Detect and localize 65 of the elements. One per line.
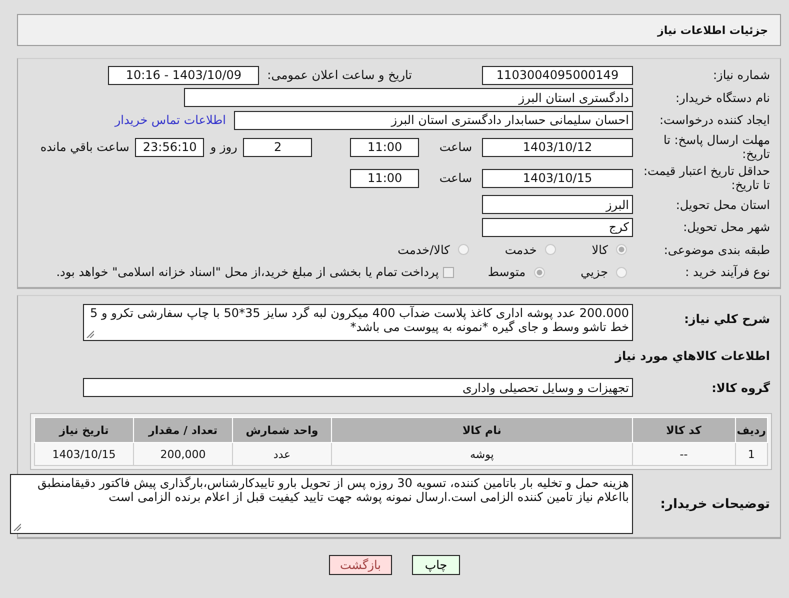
date-field: 1403/10/12 (482, 138, 633, 156)
announce-date-field: 1403/10/09 - 10:16 (108, 66, 260, 85)
field-label: شهر محل تحویل: (682, 220, 771, 234)
column-header: تاریخ نیاز (34, 418, 134, 442)
field-label: ایجاد کننده درخواست: (658, 113, 771, 128)
checkbox[interactable] (442, 266, 454, 278)
goods-group-field: تجهیزات و وسایل تحصیلی واداری (83, 378, 633, 398)
radio-button[interactable] (534, 266, 545, 278)
field-label: مهلت ارسال پاسخ: تا تاریخ: (662, 133, 771, 161)
date-field: 1403/10/15 (482, 168, 633, 188)
table-cell: 1 (735, 442, 768, 466)
requester-field: احسان سلیمانی حسابدار دادگستری استان البرز (234, 110, 633, 130)
field-label: طبقه بندی موضوعی: (662, 242, 771, 257)
field-label: روز و (210, 140, 238, 154)
days-field: 2 (243, 138, 312, 156)
radio-button[interactable] (544, 244, 556, 256)
section-title: اطلاعات کالاهاي مورد نياز (614, 348, 771, 365)
field-label: استان محل تحویل: (674, 198, 771, 212)
table-cell: 1403/10/15 (34, 442, 134, 466)
radio-button[interactable] (616, 266, 627, 278)
radio-label: کالا (592, 242, 608, 257)
radio-label: کالا/خدمت (398, 242, 450, 257)
field-label: تاریخ و ساعت اعلان عمومی: (267, 68, 412, 82)
field-label: شماره نیاز: (712, 68, 771, 82)
table-cell: پوشه (332, 442, 632, 466)
buyer-notes-textarea[interactable] (10, 474, 633, 534)
need-number-field: 1103004095000149 (482, 66, 633, 85)
description-textarea[interactable]: 200.000 عدد پوشه اداری کاغذ پلاست ضدآب 400 میکرون لبه گرد سایز 35*50 با چاپ سفارشی تکرو و 5 خط تاشو وسط و جای گیره *نمونه به پیوست می باشد* (83, 304, 633, 340)
time-field: 11:00 (350, 138, 420, 156)
description-text: 200.000 عدد پوشه اداری کاغذ پلاست ضدآب 400 میکرون لبه گرد سایز 35*50 با چاپ سفارشی تکرو و 5 خط تاشو وسط و جای گیره *نمونه به پیوست می باشد* (90, 306, 629, 334)
column-header: تعداد / مقدار (134, 418, 232, 442)
time-field: 11:00 (350, 168, 420, 188)
buyer-contact-link[interactable]: اطلاعات تماس خریدار (114, 113, 226, 128)
table-cell: عدد (232, 442, 332, 466)
field-label: ساعت باقي مانده (40, 140, 130, 154)
back-button[interactable]: بازگشت (329, 555, 392, 575)
column-header: واحد شمارش (232, 418, 332, 442)
field-label: ساعت (439, 140, 472, 154)
radio-label: متوسط (488, 265, 526, 280)
remaining-time-field: 23:56:10 (135, 138, 204, 156)
column-header: کد کالا (632, 418, 736, 442)
field-label: شرح کلي نياز: (683, 310, 771, 326)
column-header: رديف (735, 418, 768, 442)
field-label: گروه کالا: (710, 380, 771, 395)
field-label: توضیحات خریدار: (659, 496, 771, 512)
table-cell: 200,000 (134, 442, 232, 466)
buyer-notes-text: هزینه حمل و تخلیه بار باتامین کننده، تسویه 30 روزه پس از تحویل بارو تاییدکارشناس،بارگذاری پیش فاکتور دقیقامنطبق بااعلام نیاز تامین کننده الزامی است.ارسال نمونه پوشه جهت تایید کیفیت قبل از اعلام برنده الزامی است (38, 476, 629, 504)
table-cell: -- (632, 442, 736, 466)
radio-button[interactable] (458, 244, 469, 256)
resize-grip-icon[interactable] (13, 523, 21, 531)
field-label: نوع فرآیند خرید : (684, 265, 771, 280)
page-title: جزئیات اطلاعات نیاز (658, 24, 768, 36)
column-header: نام کالا (332, 418, 632, 442)
province-field: البرز (482, 195, 633, 214)
checkbox-label: پرداخت تمام یا بخشی از مبلغ خرید،از محل "اسناد خزانه اسلامی" خواهد بود. (56, 265, 439, 280)
field-label: نام دستگاه خریدار: (674, 90, 771, 105)
radio-label: جزیي (580, 265, 608, 280)
field-label: حداقل تاریخ اعتبار قیمت: تا تاریخ: (642, 164, 771, 192)
print-button[interactable]: چاپ (412, 555, 460, 575)
city-field: کرج (482, 218, 633, 237)
resize-grip-icon[interactable] (86, 330, 94, 338)
radio-button[interactable] (616, 244, 627, 256)
buyer-org-field: دادگستری استان البرز (184, 88, 633, 108)
field-label: ساعت (439, 171, 472, 185)
radio-label: خدمت (504, 242, 537, 257)
